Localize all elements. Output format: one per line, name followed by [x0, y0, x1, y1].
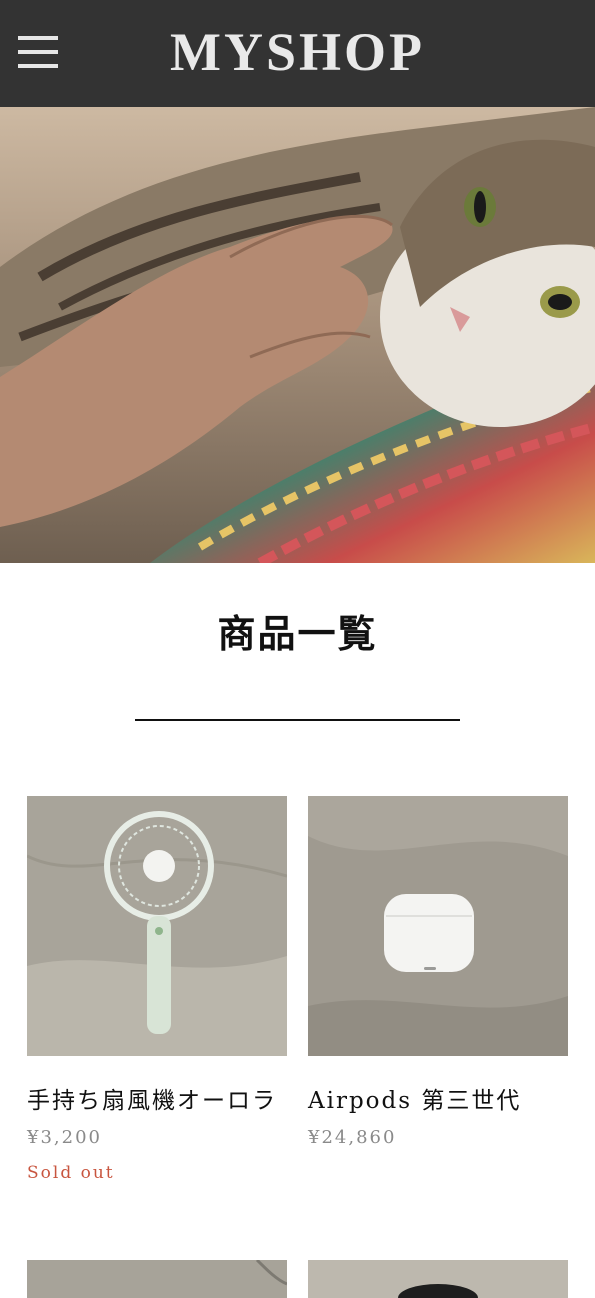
- product-card[interactable]: 手持ち扇風機オーロラ ¥3,200 Sold out: [27, 796, 287, 1185]
- product-image[interactable]: [27, 1260, 287, 1298]
- product-price: ¥24,860: [308, 1127, 397, 1148]
- product-name[interactable]: 手持ち扇風機オーロラ: [27, 1083, 287, 1119]
- product-image[interactable]: [27, 796, 287, 1056]
- sold-out-label: Sold out: [27, 1163, 115, 1183]
- product-image[interactable]: [308, 1260, 568, 1298]
- airpods-case-photo: [308, 796, 568, 1056]
- site-header: MYSHOP: [0, 0, 595, 107]
- product-image[interactable]: [308, 796, 568, 1056]
- hero-banner: [0, 107, 595, 563]
- title-divider: [135, 719, 460, 721]
- product-card[interactable]: Airpods 第三世代 ¥24,860: [308, 796, 568, 1151]
- product-price: ¥3,200: [27, 1127, 102, 1148]
- section-title: 商品一覧: [217, 611, 378, 656]
- product-card[interactable]: [308, 1260, 568, 1298]
- product-name[interactable]: Airpods 第三世代: [308, 1083, 568, 1119]
- product-card[interactable]: [27, 1260, 287, 1298]
- site-logo[interactable]: MYSHOP: [0, 20, 595, 84]
- handheld-fan-photo: [27, 796, 287, 1056]
- hero-cat-photo: [0, 107, 595, 563]
